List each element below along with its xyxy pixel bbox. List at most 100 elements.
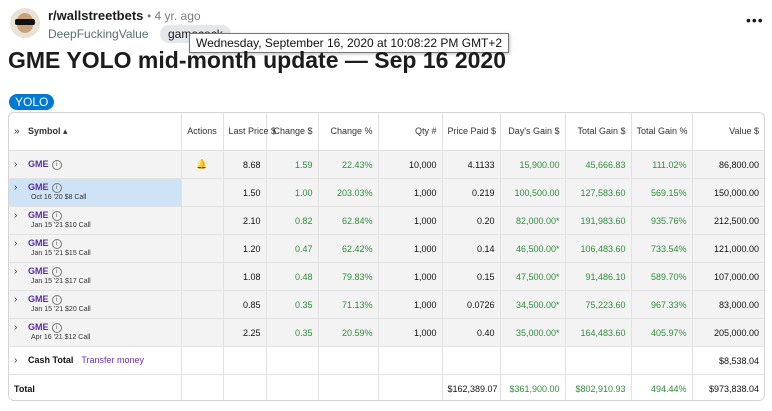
days-gain: 47,500.00* [499, 262, 565, 291]
cash-total-label: Cash Total [28, 355, 74, 365]
avatar[interactable] [10, 8, 40, 38]
change-pct: 79.83% [317, 262, 378, 291]
price-paid: 0.219 [441, 178, 500, 207]
cash-value: $8,538.04 [691, 346, 764, 375]
table-row[interactable]: › GME i 🔔 8.68 1.59 22.43% 10,000 4.1133 1… [9, 150, 764, 179]
header-change-pct[interactable]: Change % [317, 113, 378, 151]
price-paid: 4.1133 [441, 150, 500, 179]
header-days-gain[interactable]: Day's Gain $ [499, 113, 565, 151]
expand-icon[interactable]: › [14, 159, 28, 170]
symbol-cell[interactable]: › GME i Oct 16 '20 $8 Call [9, 178, 181, 207]
value: 150,000.00 [691, 178, 764, 207]
expand-icon[interactable]: › [14, 355, 28, 366]
info-icon[interactable]: i [51, 238, 62, 249]
symbol-cell[interactable]: › GME i Jan 15 '21 $20 Call [9, 290, 181, 319]
post-title: GME YOLO mid-month update — Sep 16 2020 [8, 47, 507, 73]
option-description: Jan 15 '21 $10 Call [31, 222, 91, 229]
empty-cell [630, 346, 692, 375]
total-gain-pct: 589.70% [630, 262, 692, 291]
change: 1.59 [265, 150, 318, 179]
expand-icon[interactable]: › [14, 238, 28, 249]
value: 205,000.00 [691, 318, 764, 347]
table-row[interactable]: › GME i Jan 15 '21 $17 Call 1.08 0.48 79.8… [9, 262, 764, 291]
subreddit-link[interactable]: r/wallstreetbets [48, 8, 143, 23]
qty: 1,000 [377, 234, 442, 263]
symbol-cell[interactable]: › GME i [9, 150, 181, 179]
transfer-money-link[interactable]: Transfer money [81, 355, 144, 365]
last-price: 2.10 [222, 206, 266, 235]
empty-cell [265, 346, 318, 375]
symbol-label[interactable]: GME [28, 322, 49, 332]
total-gain: 191,983.60 [564, 206, 631, 235]
symbol-cell[interactable]: › GME i Jan 15 '21 $17 Call [9, 262, 181, 291]
total-value: $973,838.04 [691, 374, 764, 400]
actions-cell [180, 318, 223, 347]
symbol-cell[interactable]: › GME i Apr 16 '21 $12 Call [9, 318, 181, 347]
symbol-label[interactable]: GME [28, 210, 49, 220]
days-gain: 34,500.00* [499, 290, 565, 319]
author-link[interactable]: DeepFuckingValue [48, 27, 149, 41]
empty-cell [499, 346, 565, 375]
price-paid: 0.20 [441, 206, 500, 235]
last-price: 0.85 [222, 290, 266, 319]
info-icon[interactable]: i [51, 322, 62, 333]
change: 1.00 [265, 178, 318, 207]
empty-cell [180, 346, 223, 375]
total-gain: $802,910.93 [564, 374, 631, 400]
header-change[interactable]: Change $ [265, 113, 318, 151]
header-symbol[interactable]: » Symbol ▴ [9, 113, 181, 151]
table-row[interactable]: › GME i Apr 16 '21 $12 Call 2.25 0.35 20.5… [9, 318, 764, 347]
info-icon[interactable]: i [51, 210, 62, 221]
symbol-cell[interactable]: › GME i Jan 15 '21 $15 Call [9, 234, 181, 263]
days-gain: 15,900.00 [499, 150, 565, 179]
header-total-gain[interactable]: Total Gain $ [564, 113, 631, 151]
symbol-cell[interactable]: › GME i Jan 15 '21 $10 Call [9, 206, 181, 235]
total-gain: 45,666.83 [564, 150, 631, 179]
info-icon[interactable]: i [51, 182, 62, 193]
symbol-label[interactable]: GME [28, 182, 49, 192]
total-row: Total $162,389.07 $361,900.00 $802,910.9… [9, 374, 764, 400]
expand-icon[interactable]: › [14, 294, 28, 305]
info-icon[interactable]: i [51, 266, 62, 277]
info-icon[interactable]: i [51, 159, 62, 170]
expand-icon[interactable]: › [14, 322, 28, 333]
empty-cell [377, 374, 442, 400]
change: 0.35 [265, 318, 318, 347]
change-pct: 71.13% [317, 290, 378, 319]
expand-icon[interactable]: › [14, 210, 28, 221]
symbol-label[interactable]: GME [28, 294, 49, 304]
table-row[interactable]: › GME i Oct 16 '20 $8 Call 1.50 1.00 203.0… [9, 178, 764, 207]
post-flair-tag[interactable]: YOLO [9, 94, 55, 110]
change-pct: 203.03% [317, 178, 378, 207]
header-qty[interactable]: Qty # [377, 113, 442, 151]
last-price: 8.68 [222, 150, 266, 179]
total-gain-pct: 935.76% [630, 206, 692, 235]
table-row[interactable]: › GME i Jan 15 '21 $10 Call 2.10 0.82 62.8… [9, 206, 764, 235]
collapse-all-icon[interactable]: » [14, 126, 28, 137]
total-gain: 91,486.10 [564, 262, 631, 291]
alert-bell-icon[interactable]: 🔔 [180, 150, 223, 179]
header-total-gain-pct[interactable]: Total Gain % [630, 113, 692, 151]
expand-icon[interactable]: › [14, 182, 28, 193]
option-description: Jan 15 '21 $17 Call [31, 278, 91, 285]
header-value[interactable]: Value $ [691, 113, 764, 151]
option-description: Apr 16 '21 $12 Call [31, 334, 91, 341]
value: 121,000.00 [691, 234, 764, 263]
symbol-label[interactable]: GME [28, 266, 49, 276]
symbol-label[interactable]: GME [28, 159, 49, 169]
total-days-gain: $361,900.00 [499, 374, 565, 400]
header-price-paid[interactable]: Price Paid $ [441, 113, 500, 151]
symbol-label[interactable]: GME [28, 238, 49, 248]
qty: 1,000 [377, 262, 442, 291]
days-gain: 82,000.00* [499, 206, 565, 235]
table-row[interactable]: › GME i Jan 15 '21 $20 Call 0.85 0.35 71.1… [9, 290, 764, 319]
info-icon[interactable]: i [51, 294, 62, 305]
header-last-price[interactable]: Last Price $ [222, 113, 276, 151]
table-row[interactable]: › GME i Jan 15 '21 $15 Call 1.20 0.47 62.4… [9, 234, 764, 263]
total-gain-pct: 494.44% [630, 374, 692, 400]
cash-total-cell: › Cash Total Transfer money [9, 346, 181, 375]
option-description: Jan 15 '21 $15 Call [31, 250, 91, 257]
expand-icon[interactable]: › [14, 266, 28, 277]
empty-cell [377, 346, 442, 375]
more-options-button[interactable]: ••• [746, 12, 764, 28]
